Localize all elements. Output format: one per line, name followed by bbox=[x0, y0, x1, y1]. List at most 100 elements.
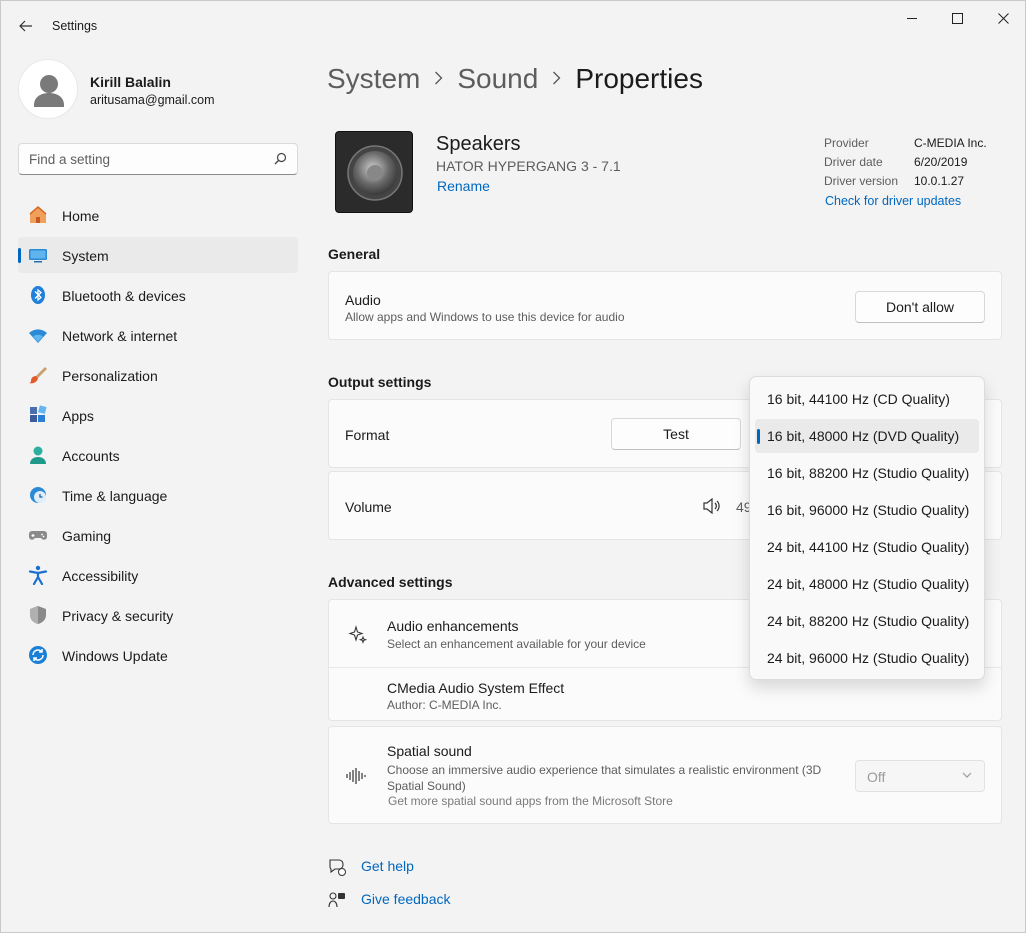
give-feedback-link[interactable]: Give feedback bbox=[328, 890, 451, 910]
gaming-icon bbox=[28, 525, 48, 545]
sidebar-item-apps[interactable]: Apps bbox=[18, 397, 298, 433]
system-icon bbox=[28, 245, 48, 265]
enhancements-sparkle-icon bbox=[348, 625, 368, 644]
cmedia-effect-desc: Author: C-MEDIA Inc. bbox=[387, 698, 502, 712]
audio-desc: Allow apps and Windows to use this devic… bbox=[345, 310, 625, 324]
time-language-icon bbox=[28, 485, 48, 505]
minimize-icon bbox=[906, 17, 917, 19]
maximize-button[interactable] bbox=[934, 5, 980, 31]
sidebar-item-system[interactable]: System bbox=[18, 237, 298, 273]
format-option-label: 16 bit, 88200 Hz (Studio Quality) bbox=[767, 465, 970, 481]
format-option[interactable]: 24 bit, 96000 Hz (Studio Quality) bbox=[755, 641, 979, 675]
sidebar-item-time-language[interactable]: Time & language bbox=[18, 477, 298, 513]
sidebar-item-windows-update[interactable]: Windows Update bbox=[18, 637, 298, 673]
dont-allow-button[interactable]: Don't allow bbox=[855, 291, 985, 323]
format-option[interactable]: 16 bit, 96000 Hz (Studio Quality) bbox=[755, 493, 979, 527]
volume-title: Volume bbox=[345, 499, 392, 515]
sidebar-item-gaming[interactable]: Gaming bbox=[18, 517, 298, 553]
help-icon bbox=[329, 859, 346, 876]
check-driver-updates-link[interactable]: Check for driver updates bbox=[825, 194, 961, 208]
test-button[interactable]: Test bbox=[611, 418, 741, 450]
search-input[interactable]: Find a setting bbox=[18, 143, 298, 175]
sidebar-item-personalization[interactable]: Personalization bbox=[18, 357, 298, 393]
apps-icon bbox=[28, 405, 48, 425]
sidebar-item-network[interactable]: Network & internet bbox=[18, 317, 298, 353]
app-title: Settings bbox=[52, 19, 98, 33]
feedback-icon bbox=[328, 892, 345, 908]
audio-enhancements-title: Audio enhancements bbox=[387, 618, 519, 634]
sidebar-item-label: Time & language bbox=[62, 488, 168, 504]
cmedia-effect-title: CMedia Audio System Effect bbox=[387, 680, 565, 696]
format-option[interactable]: 16 bit, 88200 Hz (Studio Quality) bbox=[755, 456, 979, 490]
provider-value: C-MEDIA Inc. bbox=[914, 136, 987, 150]
close-icon bbox=[997, 12, 1009, 24]
spatial-sound-value: Off bbox=[867, 769, 886, 785]
sidebar-item-label: Apps bbox=[62, 408, 94, 424]
user-profile[interactable]: Kirill Balalin aritusama@gmail.com bbox=[18, 59, 298, 119]
device-name: Speakers bbox=[436, 133, 521, 155]
driver-version-value: 10.0.1.27 bbox=[914, 174, 965, 188]
format-option-label: 24 bit, 48000 Hz (Studio Quality) bbox=[767, 576, 970, 592]
format-option[interactable]: 24 bit, 88200 Hz (Studio Quality) bbox=[755, 604, 979, 638]
user-email: aritusama@gmail.com bbox=[90, 93, 215, 107]
spatial-sound-waveform-icon bbox=[346, 768, 366, 784]
chevron-right-icon bbox=[434, 69, 443, 90]
close-button[interactable] bbox=[980, 5, 1026, 31]
get-help-label: Get help bbox=[361, 858, 414, 874]
format-option[interactable]: 16 bit, 44100 Hz (CD Quality) bbox=[755, 382, 979, 416]
title-bar: Settings bbox=[1, 1, 1025, 51]
sidebar-item-label: Home bbox=[62, 208, 100, 224]
device-model: HATOR HYPERGANG 3 - 7.1 bbox=[436, 158, 621, 174]
sidebar-item-label: Accounts bbox=[62, 448, 120, 464]
home-icon bbox=[28, 205, 48, 225]
spatial-sound-dropdown[interactable]: Off bbox=[855, 760, 985, 792]
format-option-label: 16 bit, 96000 Hz (Studio Quality) bbox=[767, 502, 970, 518]
audio-card: Audio Allow apps and Windows to use this… bbox=[328, 271, 1002, 340]
format-dropdown-menu: 16 bit, 44100 Hz (CD Quality) 16 bit, 48… bbox=[749, 376, 985, 680]
sidebar-item-label: Personalization bbox=[62, 368, 158, 384]
rename-link[interactable]: Rename bbox=[437, 178, 490, 194]
speaker-device-icon bbox=[335, 131, 413, 213]
search-placeholder: Find a setting bbox=[29, 152, 111, 167]
get-help-link[interactable]: Get help bbox=[328, 857, 414, 877]
sidebar-item-accessibility[interactable]: Accessibility bbox=[18, 557, 298, 593]
spatial-sound-title: Spatial sound bbox=[387, 743, 472, 759]
audio-title: Audio bbox=[345, 292, 381, 308]
breadcrumb-item-system[interactable]: System bbox=[327, 63, 420, 95]
sidebar-item-label: Accessibility bbox=[62, 568, 139, 584]
spatial-sound-store-link[interactable]: Get more spatial sound apps from the Mic… bbox=[388, 794, 673, 808]
sidebar-item-accounts[interactable]: Accounts bbox=[18, 437, 298, 473]
windows-update-icon bbox=[28, 645, 48, 665]
settings-window: Settings Kirill Balalin aritusama@gmail.… bbox=[0, 0, 1026, 933]
breadcrumb-item-sound[interactable]: Sound bbox=[457, 63, 538, 95]
driver-provider-row: Provider C-MEDIA Inc. bbox=[824, 136, 994, 155]
speaker-volume-icon[interactable] bbox=[703, 498, 721, 514]
back-arrow-icon bbox=[19, 20, 32, 32]
format-option[interactable]: 24 bit, 48000 Hz (Studio Quality) bbox=[755, 567, 979, 601]
format-option-label: 16 bit, 48000 Hz (DVD Quality) bbox=[767, 428, 960, 444]
driver-date-label: Driver date bbox=[824, 155, 883, 169]
driver-version-row: Driver version 10.0.1.27 bbox=[824, 174, 994, 193]
sidebar-item-privacy-security[interactable]: Privacy & security bbox=[18, 597, 298, 633]
driver-date-value: 6/20/2019 bbox=[914, 155, 968, 169]
format-option-label: 16 bit, 44100 Hz (CD Quality) bbox=[767, 391, 950, 407]
give-feedback-label: Give feedback bbox=[361, 891, 451, 907]
sidebar-item-bluetooth[interactable]: Bluetooth & devices bbox=[18, 277, 298, 313]
format-option[interactable]: 24 bit, 44100 Hz (Studio Quality) bbox=[755, 530, 979, 564]
sidebar-item-home[interactable]: Home bbox=[18, 197, 298, 233]
provider-label: Provider bbox=[824, 136, 869, 150]
privacy-security-icon bbox=[28, 605, 48, 625]
breadcrumb: System Sound Properties bbox=[327, 59, 703, 99]
advanced-section-title: Advanced settings bbox=[328, 574, 453, 590]
spatial-sound-desc: Choose an immersive audio experience tha… bbox=[387, 763, 822, 793]
maximize-icon bbox=[951, 12, 963, 24]
minimize-button[interactable] bbox=[889, 5, 935, 31]
back-button[interactable] bbox=[13, 13, 39, 39]
user-name: Kirill Balalin bbox=[90, 74, 171, 90]
sidebar-item-label: Network & internet bbox=[62, 328, 178, 344]
format-option-label: 24 bit, 44100 Hz (Studio Quality) bbox=[767, 539, 970, 555]
general-section-title: General bbox=[328, 246, 381, 262]
format-option-selected[interactable]: 16 bit, 48000 Hz (DVD Quality) bbox=[755, 419, 979, 453]
output-section-title: Output settings bbox=[328, 374, 432, 390]
accounts-icon bbox=[28, 445, 48, 465]
